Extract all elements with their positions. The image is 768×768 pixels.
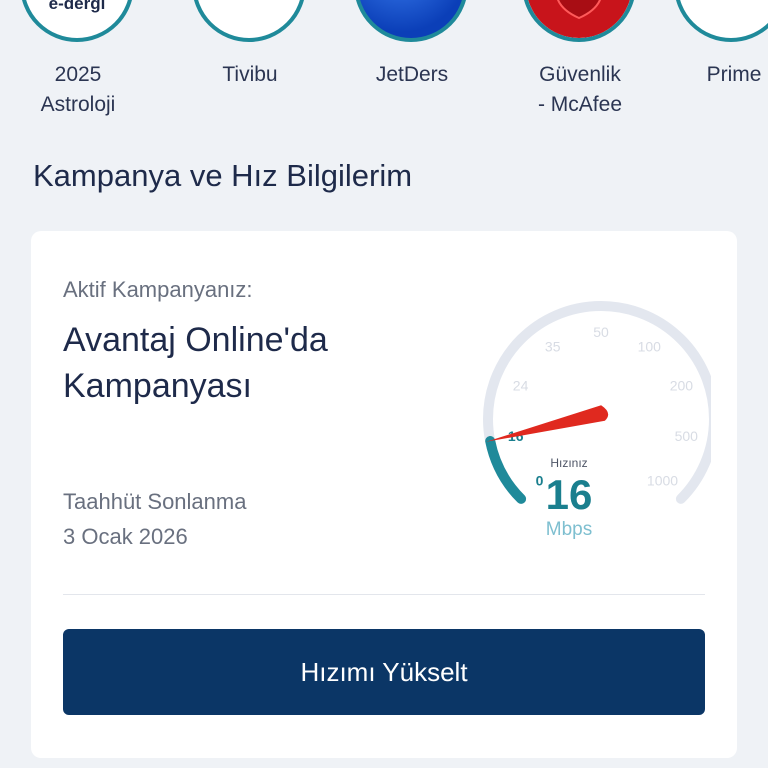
app-shortcuts-row: e-dergi 2025 Astroloji tivibu Tivibu Jet… (0, 0, 768, 130)
jetders-logo (354, 0, 468, 42)
app-label-line2: - McAfee (537, 93, 623, 116)
gauge-scale-label: 100 (638, 339, 662, 355)
gauge-needle (486, 405, 609, 442)
speed-value: 16 (545, 471, 593, 518)
section-title: Kampanya ve Hız Bilgilerim (33, 158, 413, 193)
upgrade-speed-button[interactable]: Hızımı Yükselt (63, 629, 705, 715)
active-campaign-label: Aktif Kampanyanız: (63, 277, 253, 302)
gauge-scale-label: 35 (545, 339, 561, 355)
app-label-line1: Güvenlik (539, 63, 621, 86)
gauge-scale-label: 50 (593, 324, 609, 340)
speed-unit: Mbps (545, 519, 593, 540)
app-label-line1: 2025 (54, 63, 102, 86)
gauge-scale-label: 24 (513, 378, 529, 394)
mcafee-shield-icon (522, 0, 636, 42)
app-label-line1: Tivibu (222, 63, 278, 86)
commitment-end-date: 3 Ocak 2026 (63, 524, 188, 549)
prime-logo (674, 0, 768, 42)
gauge-scale-label: 500 (675, 428, 699, 444)
commitment-end-label: Taahhüt Sonlanma (63, 489, 247, 514)
app-label-line1: Prime (706, 63, 762, 86)
gauge-progress (485, 436, 527, 504)
tivibu-logo: tivibu (192, 0, 306, 42)
app-label-line2: Astroloji (40, 93, 116, 116)
gauge-scale-label: 200 (670, 378, 694, 394)
app-label-line1: JetDers (375, 63, 449, 86)
gauge-scale-label: 1000 (647, 473, 678, 489)
speed-label: Hızınız (550, 456, 588, 470)
e-dergi-logo: e-dergi (20, 0, 134, 42)
campaign-name: Avantaj Online'da Kampanyası (63, 321, 328, 405)
campaign-card: Aktif Kampanyanız: Avantaj Online'da Kam… (31, 231, 737, 758)
divider (63, 594, 705, 595)
